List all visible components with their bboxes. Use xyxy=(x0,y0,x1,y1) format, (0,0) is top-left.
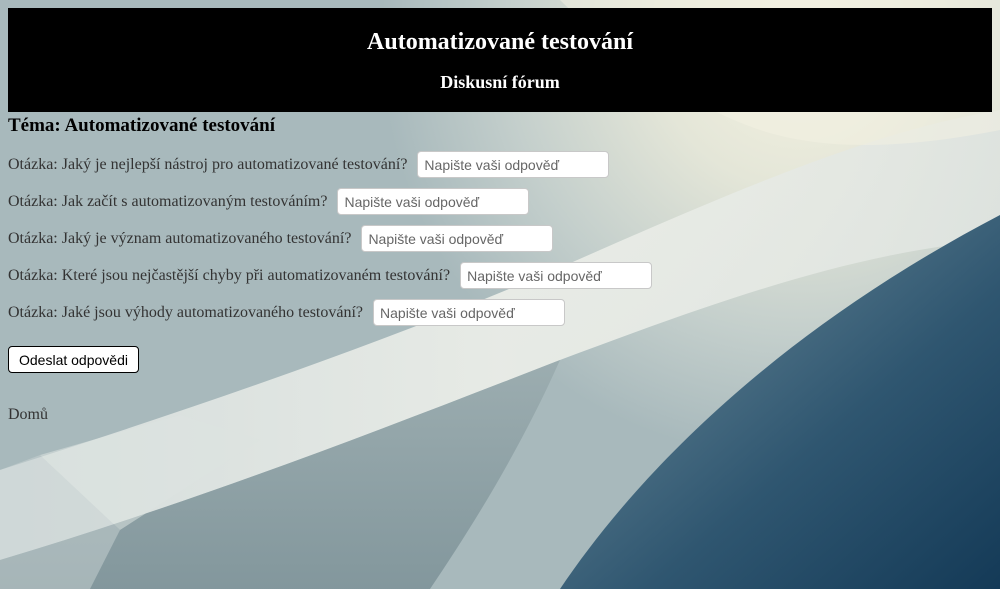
question-label: Otázka: Které jsou nejčastější chyby při… xyxy=(8,266,451,284)
question-row: Otázka: Jak začít s automatizovaným test… xyxy=(8,188,992,215)
topic-heading: Téma: Automatizované testování xyxy=(8,115,276,136)
question-label: Otázka: Jaký je nejlepší nástroj pro aut… xyxy=(8,155,408,173)
page-content: Automatizované testování Diskusní fórum … xyxy=(0,0,1000,432)
site-header: Automatizované testování Diskusní fórum xyxy=(8,8,992,112)
home-link[interactable]: Domů xyxy=(8,406,48,424)
question-row: Otázka: Jaké jsou výhody automatizovanéh… xyxy=(8,299,992,326)
answer-input[interactable] xyxy=(460,262,653,289)
question-label: Otázka: Jaký je význam automatizovaného … xyxy=(8,229,352,247)
question-row: Otázka: Které jsou nejčastější chyby při… xyxy=(8,262,992,289)
answer-input[interactable] xyxy=(337,188,530,215)
answer-input[interactable] xyxy=(417,151,610,178)
site-subtitle: Diskusní fórum xyxy=(440,72,560,92)
answer-input[interactable] xyxy=(373,299,566,326)
question-label: Otázka: Jak začít s automatizovaným test… xyxy=(8,192,328,210)
submit-answers-button[interactable]: Odeslat odpovědi xyxy=(8,346,139,373)
question-label: Otázka: Jaké jsou výhody automatizovanéh… xyxy=(8,303,364,321)
answer-input[interactable] xyxy=(361,225,554,252)
site-title: Automatizované testování xyxy=(367,29,633,55)
question-row: Otázka: Jaký je nejlepší nástroj pro aut… xyxy=(8,151,992,178)
answers-form: Otázka: Jaký je nejlepší nástroj pro aut… xyxy=(8,151,992,373)
question-row: Otázka: Jaký je význam automatizovaného … xyxy=(8,225,992,252)
